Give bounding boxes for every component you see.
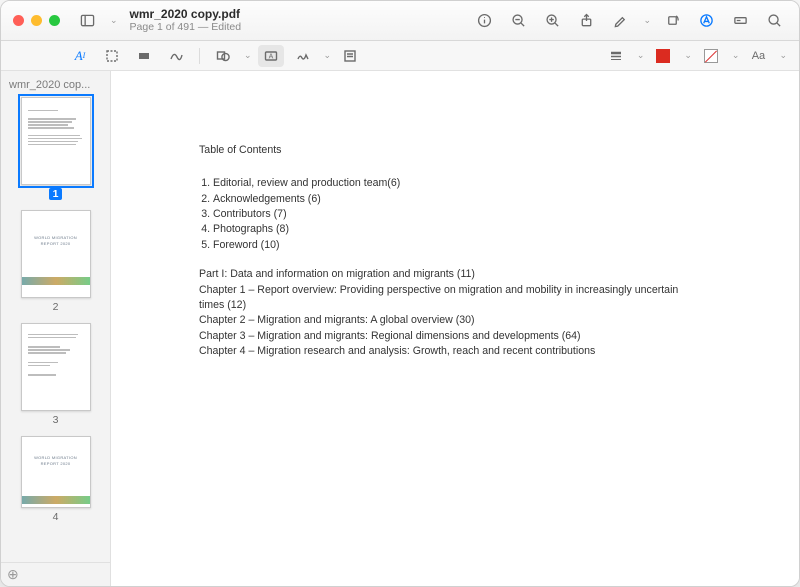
stroke-color-button[interactable] (650, 45, 676, 67)
fill-color-button[interactable] (698, 45, 724, 67)
form-fill-button[interactable] (727, 9, 753, 33)
thumbnail-sidebar: wmr_2020 cop... 1 WORLD MIGRATION REPORT… (1, 71, 111, 586)
thumb-report-label-1: WORLD MIGRATION (22, 455, 90, 460)
line-style-chevron-icon[interactable]: ⌄ (637, 50, 645, 61)
rect-selection-tool[interactable] (99, 45, 125, 67)
shapes-chevron-icon[interactable]: ⌄ (244, 50, 252, 61)
sidebar-toggle-button[interactable] (74, 9, 100, 33)
text-style-button[interactable]: Aa (745, 45, 771, 67)
search-button[interactable] (761, 9, 787, 33)
page-thumbnail-2[interactable]: WORLD MIGRATION REPORT 2020 (21, 210, 91, 298)
toc-part-heading: Part I: Data and information on migratio… (199, 267, 683, 282)
content-area: wmr_2020 cop... 1 WORLD MIGRATION REPORT… (1, 71, 799, 586)
share-button[interactable] (573, 9, 599, 33)
zoom-in-button[interactable] (539, 9, 565, 33)
toc-chapter: Chapter 3 – Migration and migrants: Regi… (199, 329, 683, 344)
page-number: 4 (53, 511, 59, 523)
sign-chevron-icon[interactable]: ⌄ (324, 50, 332, 61)
toc-front-matter: Editorial, review and production team(6)… (199, 176, 683, 253)
toc-item: Acknowledgements (6) (213, 192, 683, 207)
svg-text:A: A (268, 53, 273, 60)
note-tool[interactable] (337, 45, 363, 67)
preview-window: ⌄ wmr_2020 copy.pdf Page 1 of 491 — Edit… (0, 0, 800, 587)
document-viewer[interactable]: Table of Contents Editorial, review and … (111, 71, 799, 586)
thumb-report-label-2: REPORT 2020 (22, 461, 90, 466)
text-style-label: Aa (752, 50, 765, 62)
document-title: wmr_2020 copy.pdf (130, 8, 242, 22)
toc-chapter: Chapter 2 – Migration and migrants: A gl… (199, 313, 683, 328)
pdf-page: Table of Contents Editorial, review and … (111, 71, 731, 586)
page-thumbnail-4[interactable]: WORLD MIGRATION REPORT 2020 (21, 436, 91, 508)
line-style-button[interactable] (603, 45, 629, 67)
sidebar-add-button[interactable]: ⊕ (1, 562, 110, 586)
page-thumbnail-3[interactable] (21, 323, 91, 411)
sketch-tool[interactable] (163, 45, 189, 67)
thumb-report-label-1: WORLD MIGRATION (22, 235, 90, 240)
window-controls (13, 15, 60, 26)
fill-color-chevron-icon[interactable]: ⌄ (732, 50, 740, 61)
sidebar-menu-chevron-icon[interactable]: ⌄ (110, 15, 118, 26)
toc-item: Foreword (10) (213, 238, 683, 253)
close-window-button[interactable] (13, 15, 24, 26)
info-button[interactable] (471, 9, 497, 33)
page-number: 1 (49, 188, 63, 200)
thumbnail-item[interactable]: 1 (21, 97, 91, 200)
highlight-menu-chevron-icon[interactable]: ⌄ (643, 15, 651, 26)
toolbar-separator (199, 48, 200, 64)
title-block: wmr_2020 copy.pdf Page 1 of 491 — Edited (130, 8, 242, 34)
text-style-chevron-icon[interactable]: ⌄ (779, 50, 787, 61)
zoom-out-button[interactable] (505, 9, 531, 33)
document-subtitle: Page 1 of 491 — Edited (130, 21, 242, 33)
minimize-window-button[interactable] (31, 15, 42, 26)
page-number: 3 (53, 414, 59, 426)
text-tool[interactable]: A (258, 45, 284, 67)
sign-tool[interactable] (290, 45, 316, 67)
sidebar-doc-label: wmr_2020 cop... (1, 77, 110, 97)
zoom-window-button[interactable] (49, 15, 60, 26)
toc-item: Photographs (8) (213, 222, 683, 237)
toc-title: Table of Contents (199, 143, 683, 158)
titlebar: ⌄ wmr_2020 copy.pdf Page 1 of 491 — Edit… (1, 1, 799, 41)
toc-item: Contributors (7) (213, 207, 683, 222)
thumbnail-item[interactable]: WORLD MIGRATION REPORT 2020 2 (21, 210, 91, 313)
text-selection-tool[interactable]: AI (67, 45, 93, 67)
toc-item: Editorial, review and production team(6) (213, 176, 683, 191)
toc-chapter: Chapter 4 – Migration research and analy… (199, 344, 683, 359)
markup-toggle-button[interactable] (693, 9, 719, 33)
redact-tool[interactable] (131, 45, 157, 67)
stroke-color-chevron-icon[interactable]: ⌄ (684, 50, 692, 61)
thumbnail-item[interactable]: 3 (21, 323, 91, 426)
thumbnail-item[interactable]: WORLD MIGRATION REPORT 2020 4 (21, 436, 91, 523)
thumb-report-label-2: REPORT 2020 (22, 241, 90, 246)
shapes-tool[interactable] (210, 45, 236, 67)
rotate-button[interactable] (659, 9, 685, 33)
highlight-button[interactable] (607, 9, 633, 33)
page-number: 2 (53, 301, 59, 313)
markup-toolbar: AI ⌄ A ⌄ ⌄ ⌄ ⌄ Aa ⌄ (1, 41, 799, 71)
page-thumbnail-1[interactable] (21, 97, 91, 185)
toc-chapter: Chapter 1 – Report overview: Providing p… (199, 283, 683, 314)
